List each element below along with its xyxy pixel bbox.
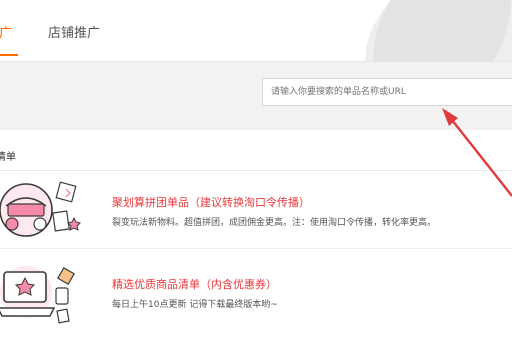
item-title[interactable]: 聚划算拼团单品（建议转换淘口令传播） [112, 194, 310, 210]
divider [0, 170, 512, 171]
active-tab-indicator [0, 54, 18, 56]
tab-promotion[interactable]: 推广 [0, 22, 12, 41]
top-tab-bar: 推广 店铺推广 [0, 0, 512, 62]
item-description: 裂变玩法新物料。超值拼团，成团佣金更高。注：使用淘口令传播，转化率更高。 [112, 218, 437, 228]
item-description: 每日上午10点更新 记得下载最终版本哟~ [112, 300, 278, 310]
search-input[interactable] [262, 78, 512, 106]
section-title: 清单 [0, 152, 16, 163]
divider [0, 248, 512, 249]
tab-store-promotion[interactable]: 店铺推广 [48, 22, 100, 41]
coupon-list-illustration-icon [0, 266, 76, 324]
item-title[interactable]: 精选优质商品清单（内含优惠券） [112, 276, 277, 292]
group-buy-illustration-icon [0, 181, 81, 237]
